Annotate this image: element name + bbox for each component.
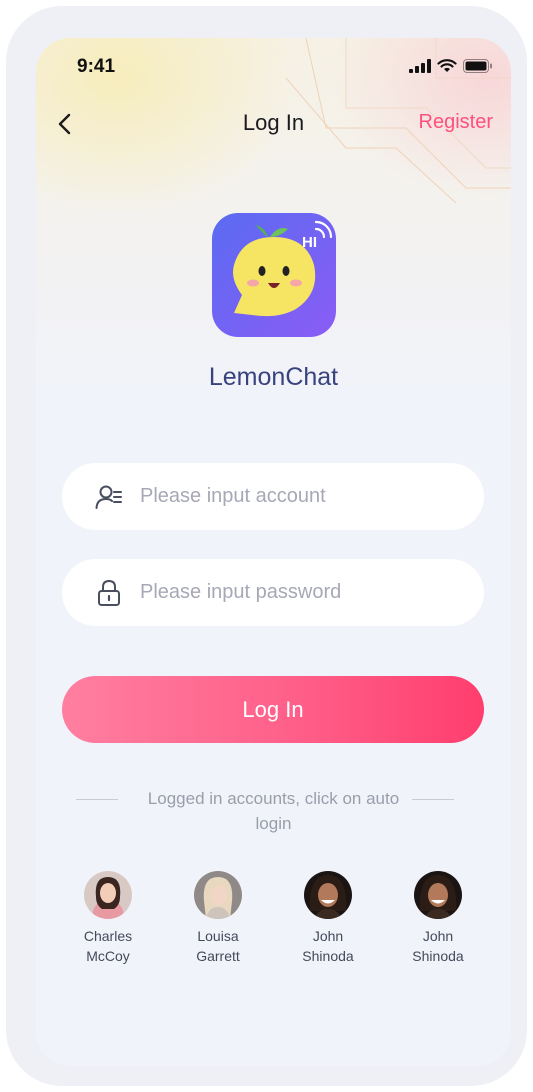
saved-account-item[interactable]: Louisa Garrett — [168, 871, 268, 966]
account-name: Louisa Garrett — [196, 928, 240, 964]
account-field[interactable] — [62, 463, 484, 530]
saved-accounts-caption: Logged in accounts, click on auto login — [36, 783, 511, 839]
avatar — [304, 871, 352, 919]
user-list-icon — [95, 485, 122, 509]
login-screen: 9:41 Log In Register HI LemonChat Please… — [36, 38, 511, 1066]
divider-right — [412, 799, 454, 800]
login-button[interactable]: Log In — [62, 676, 484, 743]
status-bar: 9:41 — [36, 38, 511, 96]
lock-icon — [98, 580, 120, 606]
saved-accounts-text: Logged in accounts, click on auto login — [147, 789, 400, 833]
app-logo: HI — [212, 213, 336, 337]
account-name: John Shinoda — [302, 928, 354, 964]
saved-account-item[interactable]: Charles McCoy — [58, 871, 158, 966]
password-field[interactable] — [62, 559, 484, 626]
saved-account-item[interactable]: John Shinoda — [388, 871, 488, 966]
account-name: John Shinoda — [412, 928, 464, 964]
logo-badge-text: HI — [302, 234, 317, 251]
status-time: 9:41 — [77, 56, 116, 77]
phone-frame: 9:41 Log In Register HI LemonChat Please… — [6, 6, 527, 1086]
account-name: Charles McCoy — [83, 928, 133, 964]
account-input[interactable] — [140, 463, 460, 530]
nav-bar: Log In Register — [36, 98, 511, 148]
lemon-mascot-icon: HI — [233, 220, 333, 317]
divider-left — [76, 799, 118, 800]
register-link[interactable]: Register — [419, 111, 493, 134]
battery-icon — [463, 59, 492, 73]
avatar — [414, 871, 462, 919]
wifi-icon — [437, 59, 457, 72]
avatar — [84, 871, 132, 919]
password-input[interactable] — [140, 559, 460, 626]
saved-account-item[interactable]: John Shinoda — [278, 871, 378, 966]
avatar — [194, 871, 242, 919]
signal-icon — [409, 59, 431, 73]
app-name: LemonChat — [208, 363, 339, 391]
status-icons — [409, 59, 493, 73]
